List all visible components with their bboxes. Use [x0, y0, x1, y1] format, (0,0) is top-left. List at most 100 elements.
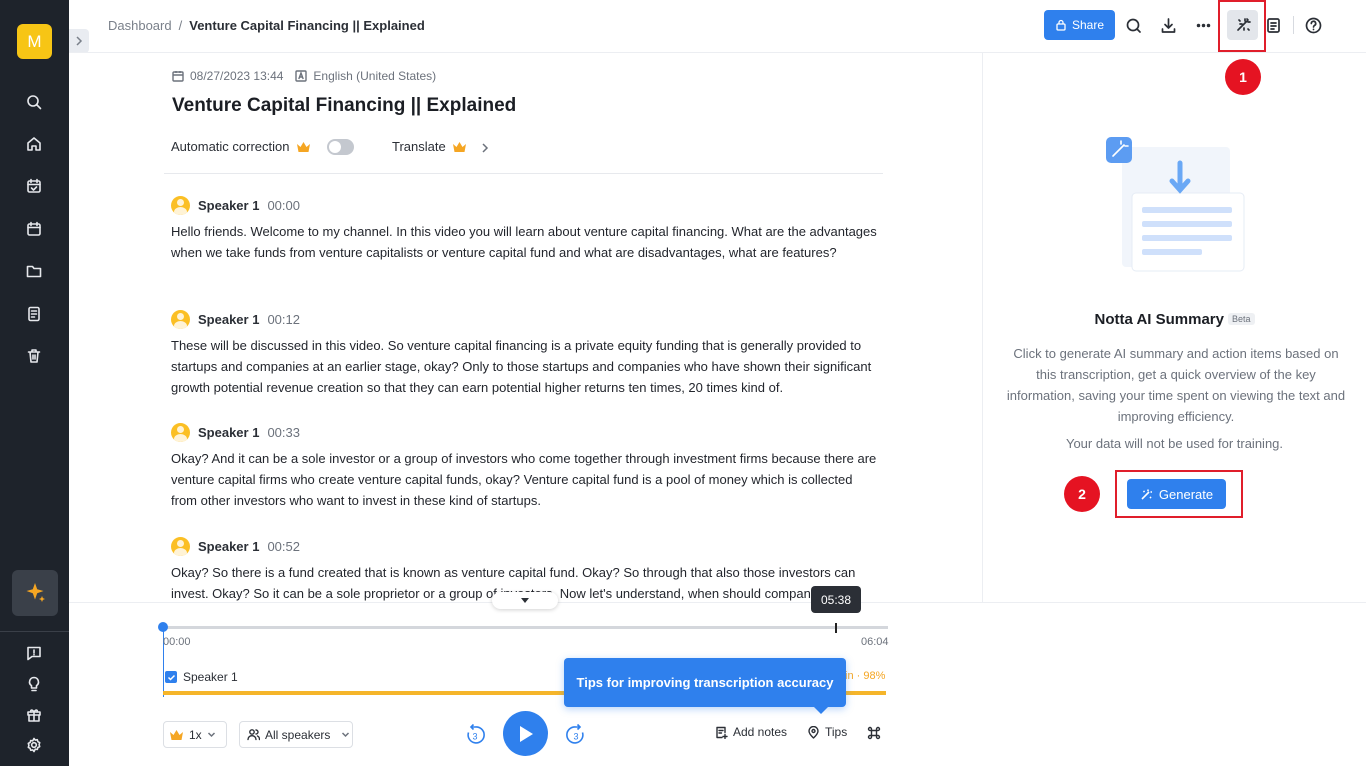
skip-back-seconds: 3 [472, 732, 477, 742]
breadcrumb-dashboard[interactable]: Dashboard [108, 18, 172, 33]
hover-time-tooltip: 05:38 [811, 586, 861, 613]
settings-icon[interactable] [24, 735, 44, 755]
segment-text[interactable]: These will be discussed in this video. S… [171, 335, 877, 398]
help-button[interactable] [1302, 14, 1324, 36]
share-button[interactable]: Share [1044, 10, 1115, 40]
speaker-name[interactable]: Speaker 1 [198, 425, 259, 440]
tips-tooltip[interactable]: Tips for improving transcription accurac… [564, 658, 846, 714]
users-icon [247, 729, 260, 741]
skip-forward-button[interactable]: 3 [564, 723, 588, 747]
crown-icon [453, 142, 467, 152]
speaker-avatar [171, 536, 190, 556]
lightbulb-icon[interactable] [24, 674, 44, 694]
speaker-share: in · 98% [845, 670, 886, 682]
summary-title-text: Notta AI Summary [1094, 311, 1224, 328]
translate-option[interactable]: Translate [392, 139, 467, 154]
highlight-box-generate [1115, 470, 1243, 518]
ai-summary-panel: Notta AI Summary Beta Click to generate A… [982, 53, 1366, 602]
segment-timestamp[interactable]: 00:12 [267, 312, 300, 327]
breadcrumb-separator: / [178, 18, 183, 33]
speaker-name[interactable]: Speaker 1 [198, 539, 259, 554]
start-time: 00:00 [163, 636, 191, 648]
speed-select[interactable]: 1x [163, 721, 227, 748]
notes-icon [1266, 17, 1280, 33]
speaker-track-label: Speaker 1 [183, 670, 238, 684]
tips-button[interactable]: Tips [807, 725, 847, 739]
segment-timestamp[interactable]: 00:52 [267, 539, 300, 554]
speaker-name[interactable]: Speaker 1 [198, 312, 259, 327]
add-notes-label: Add notes [733, 725, 788, 739]
location-pin-icon [808, 725, 819, 739]
more-horizontal-icon [1196, 23, 1210, 27]
chevron-down-icon [342, 732, 350, 738]
playhead-handle[interactable] [158, 622, 168, 632]
training-note: Your data will not be used for training. [1065, 436, 1284, 451]
end-time: 06:04 [861, 636, 889, 648]
highlight-box-summary [1218, 0, 1266, 52]
timeline-track[interactable] [163, 626, 888, 629]
skip-forward-seconds: 3 [573, 732, 578, 742]
scroll-to-current-button[interactable] [492, 592, 558, 609]
chevron-down-icon [207, 732, 215, 738]
sparkle-icon [26, 583, 45, 602]
document-title[interactable]: Venture Capital Financing || Explained [172, 95, 516, 117]
transcript-segment: Speaker 1 00:33 Okay? And it can be a sol… [171, 421, 877, 511]
auto-correction-toggle[interactable] [327, 139, 354, 155]
summary-illustration [1106, 137, 1245, 272]
search-icon[interactable] [24, 92, 44, 112]
calendar-icon[interactable] [24, 219, 44, 239]
segment-text[interactable]: Hello friends. Welcome to my channel. In… [171, 221, 877, 263]
help-icon [1305, 17, 1321, 33]
transcript-segment: Speaker 1 00:12 These will be discussed i… [171, 308, 877, 398]
folder-icon[interactable] [24, 261, 44, 281]
beta-badge: Beta [1227, 313, 1255, 325]
search-text-button[interactable] [1122, 14, 1144, 36]
speaker-filter-select[interactable]: All speakers [239, 721, 353, 748]
auto-correction-label: Automatic correction [171, 139, 290, 154]
user-avatar[interactable]: M [17, 24, 52, 59]
breadcrumb-current: Venture Capital Financing || Explained [189, 18, 425, 33]
speaker-checkbox[interactable] [165, 671, 177, 683]
ai-assistant-button[interactable] [12, 570, 58, 616]
download-icon [1161, 17, 1175, 33]
sidebar-divider [0, 631, 69, 632]
document-date: 08/27/2023 13:44 [190, 69, 284, 83]
calendar-icon [172, 71, 184, 82]
add-note-icon [716, 726, 728, 739]
segment-timestamp[interactable]: 00:33 [267, 425, 300, 440]
summary-description: Click to generate AI summary and action … [1006, 346, 1346, 424]
caret-down-icon [521, 597, 529, 603]
lock-icon [1056, 19, 1066, 31]
more-button[interactable] [1192, 14, 1214, 36]
play-icon [519, 725, 533, 742]
speaker-avatar [171, 309, 190, 329]
translate-label: Translate [392, 139, 446, 154]
sidebar: M [0, 0, 69, 766]
crown-icon [170, 730, 183, 740]
home-icon[interactable] [24, 134, 44, 154]
command-shortcut-icon[interactable] [866, 725, 882, 741]
speaker-filter-value: All speakers [265, 727, 331, 742]
add-notes-button[interactable]: Add notes [715, 725, 787, 739]
language-icon [295, 70, 308, 82]
document-meta: 08/27/2023 13:44 English (United States) [172, 69, 436, 83]
document-language[interactable]: English (United States) [313, 69, 436, 83]
calendar-check-icon[interactable] [24, 176, 44, 196]
play-button[interactable] [503, 711, 548, 756]
skip-back-button[interactable]: 3 [463, 723, 487, 747]
fast-forward-icon: 3 [566, 723, 584, 744]
rewind-icon: 3 [467, 723, 485, 744]
breadcrumb: Dashboard / Venture Capital Financing || E… [108, 18, 425, 33]
speaker-name[interactable]: Speaker 1 [198, 198, 259, 213]
crown-icon [297, 142, 311, 152]
segment-text[interactable]: Okay? And it can be a sole investor or a… [171, 448, 877, 511]
chevron-right-icon[interactable] [480, 141, 490, 153]
segment-timestamp[interactable]: 00:00 [267, 198, 300, 213]
gift-icon[interactable] [24, 705, 44, 725]
download-button[interactable] [1157, 14, 1179, 36]
trash-icon[interactable] [24, 346, 44, 366]
feedback-icon[interactable] [24, 643, 44, 663]
audio-player: 05:38 00:00 06:04 Speaker 1 in · 98% Tip… [69, 586, 1366, 766]
search-icon [1126, 18, 1141, 33]
notes-icon[interactable] [24, 304, 44, 324]
